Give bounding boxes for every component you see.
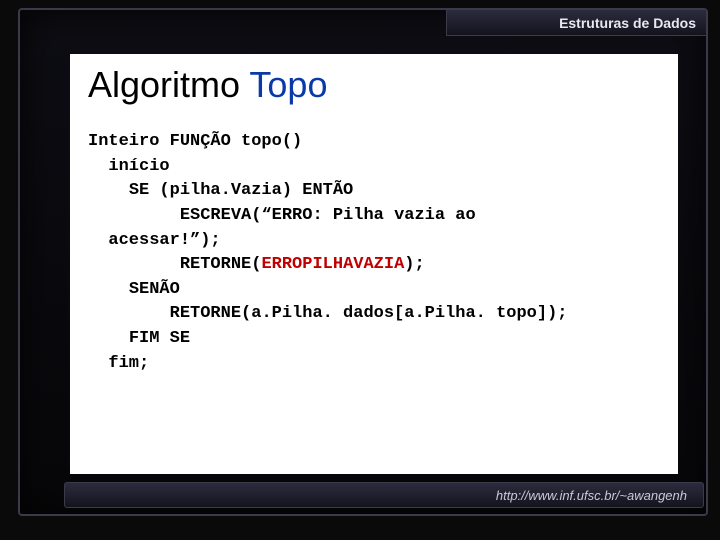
left-rail xyxy=(0,0,18,540)
code-line: Inteiro FUNÇÃO topo() xyxy=(88,132,302,151)
code-line: RETORNE(a.Pilha. dados[a.Pilha. topo]); xyxy=(88,304,568,323)
code-line: fim; xyxy=(88,354,149,373)
error-constant: ERROPILHAVAZIA xyxy=(261,255,404,274)
code-line: FIM SE xyxy=(88,329,190,348)
slide-content: Algoritmo Topo Inteiro FUNÇÃO topo() iní… xyxy=(70,54,678,474)
code-line: SENÃO xyxy=(88,280,180,299)
code-line-prefix: RETORNE( xyxy=(88,255,261,274)
code-line: acessar!”); xyxy=(88,231,221,250)
code-line-suffix: ); xyxy=(404,255,424,274)
code-line: SE (pilha.Vazia) ENTÃO xyxy=(88,181,353,200)
footer-url: http://www.inf.ufsc.br/~awangenh xyxy=(496,488,687,503)
code-block: Inteiro FUNÇÃO topo() início SE (pilha.V… xyxy=(88,130,660,376)
title-part2: Topo xyxy=(249,64,327,105)
header-band: Estruturas de Dados xyxy=(446,10,706,36)
code-line: início xyxy=(88,157,170,176)
footer-band: http://www.inf.ufsc.br/~awangenh xyxy=(64,482,704,508)
code-line: ESCREVA(“ERRO: Pilha vazia ao xyxy=(88,206,476,225)
course-title: Estruturas de Dados xyxy=(559,15,696,31)
slide-title: Algoritmo Topo xyxy=(88,64,660,106)
slide-frame: Estruturas de Dados Algoritmo Topo Intei… xyxy=(18,8,708,516)
title-part1: Algoritmo xyxy=(88,64,249,105)
